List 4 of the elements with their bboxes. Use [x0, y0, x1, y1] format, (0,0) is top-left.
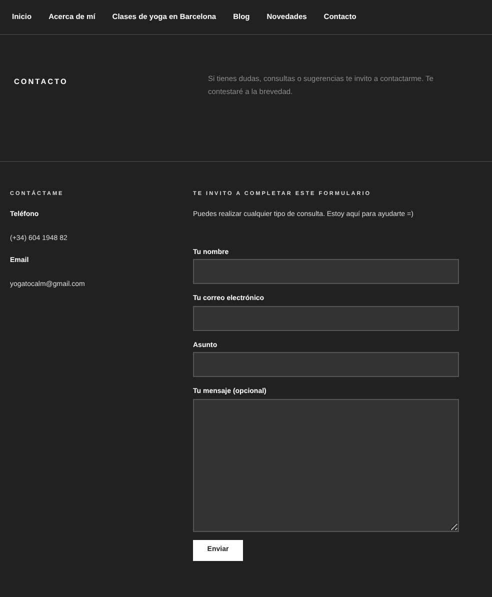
input-field[interactable] [193, 306, 459, 331]
input-field[interactable] [193, 352, 459, 378]
message-field[interactable] [193, 398, 459, 532]
input-field[interactable] [193, 259, 459, 284]
